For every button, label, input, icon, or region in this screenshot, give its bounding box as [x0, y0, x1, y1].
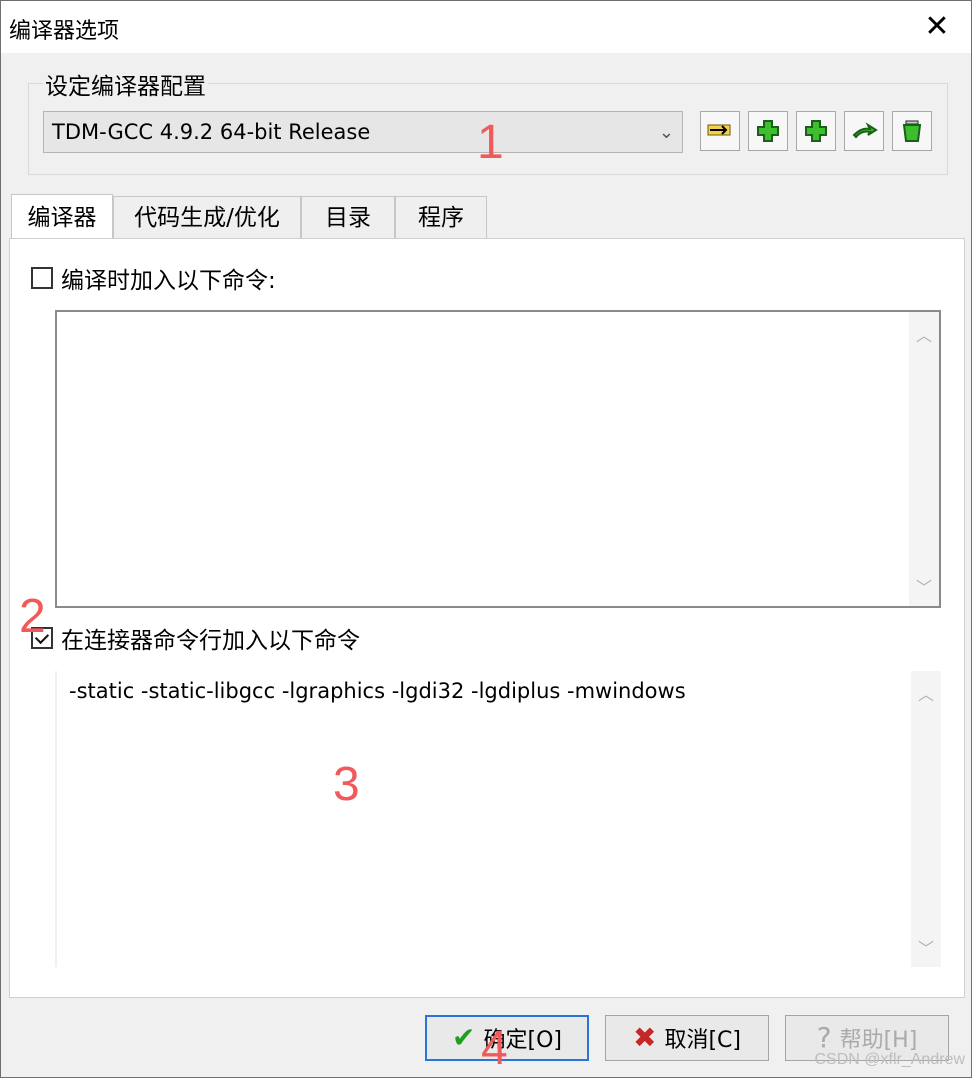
close-icon: ✖	[633, 1021, 657, 1054]
scroll-down-icon[interactable]: ﹀	[911, 935, 941, 959]
tab-programs[interactable]: 程序	[395, 196, 487, 238]
scroll-up-icon[interactable]: ︿	[909, 322, 939, 346]
add-icon	[805, 120, 827, 142]
linker-cmd-label: 在连接器命令行加入以下命令	[61, 628, 360, 654]
help-icon: ?	[816, 1021, 832, 1054]
tab-codegen-optimization[interactable]: 代码生成/优化	[113, 196, 301, 238]
delete-config-button[interactable]	[892, 111, 932, 151]
tab-compiler[interactable]: 编译器	[11, 194, 113, 238]
scroll-down-icon[interactable]: ﹀	[909, 574, 939, 598]
add-config-copy-button[interactable]	[796, 111, 836, 151]
compile-cmd-checkbox-row[interactable]: 编译时加入以下命令:	[31, 261, 276, 295]
watermark: CSDN @xflr_Andrew	[814, 1051, 966, 1068]
rename-icon	[707, 124, 731, 136]
annotation-2: 2	[19, 590, 46, 643]
cancel-label: 取消[C]	[664, 1028, 741, 1053]
rename-config-button[interactable]	[700, 111, 740, 151]
checkmark-icon: ✔	[452, 1021, 476, 1054]
annotation-1: 1	[477, 116, 504, 169]
scroll-up-icon[interactable]: ︿	[911, 681, 941, 705]
annotation-3: 3	[333, 758, 360, 811]
cancel-button[interactable]: ✖ 取消[C]	[605, 1015, 769, 1061]
tab-directories[interactable]: 目录	[301, 196, 395, 238]
chevron-down-icon: ⌄	[658, 122, 674, 143]
linker-cmd-text: -static -static-libgcc -lgraphics -lgdi3…	[69, 679, 686, 703]
add-icon	[757, 120, 779, 142]
export-config-button[interactable]	[844, 111, 884, 151]
close-icon: ✕	[924, 8, 950, 44]
compile-cmd-checkbox[interactable]	[31, 267, 53, 289]
compiler-config-value: TDM-GCC 4.9.2 64-bit Release	[52, 120, 371, 144]
compile-cmd-scrollbar[interactable]: ︿ ﹀	[909, 312, 939, 606]
close-button[interactable]: ✕	[921, 8, 953, 44]
delete-icon	[902, 120, 922, 142]
compiler-options-dialog: 编译器选项 ✕ 设定编译器配置 TDM-GCC 4.9.2 64-bit Rel…	[0, 0, 972, 1078]
compiler-config-group-legend: 设定编译器配置	[43, 67, 208, 101]
title-bar: 编译器选项 ✕	[1, 1, 971, 53]
compiler-config-select[interactable]: TDM-GCC 4.9.2 64-bit Release ⌄	[43, 111, 683, 153]
linker-cmd-textarea[interactable]: -static -static-libgcc -lgraphics -lgdi3…	[55, 671, 941, 967]
linker-cmd-scrollbar[interactable]: ︿ ﹀	[911, 671, 941, 967]
help-label: 帮助[H]	[839, 1028, 918, 1053]
window-title: 编译器选项	[9, 19, 120, 44]
compile-cmd-label: 编译时加入以下命令:	[61, 268, 276, 294]
add-config-button[interactable]	[748, 111, 788, 151]
linker-cmd-checkbox-row[interactable]: 在连接器命令行加入以下命令	[31, 621, 360, 655]
export-icon	[852, 122, 878, 139]
compile-cmd-textarea[interactable]: ︿ ﹀	[55, 310, 941, 608]
annotation-4: 4	[481, 1022, 508, 1075]
